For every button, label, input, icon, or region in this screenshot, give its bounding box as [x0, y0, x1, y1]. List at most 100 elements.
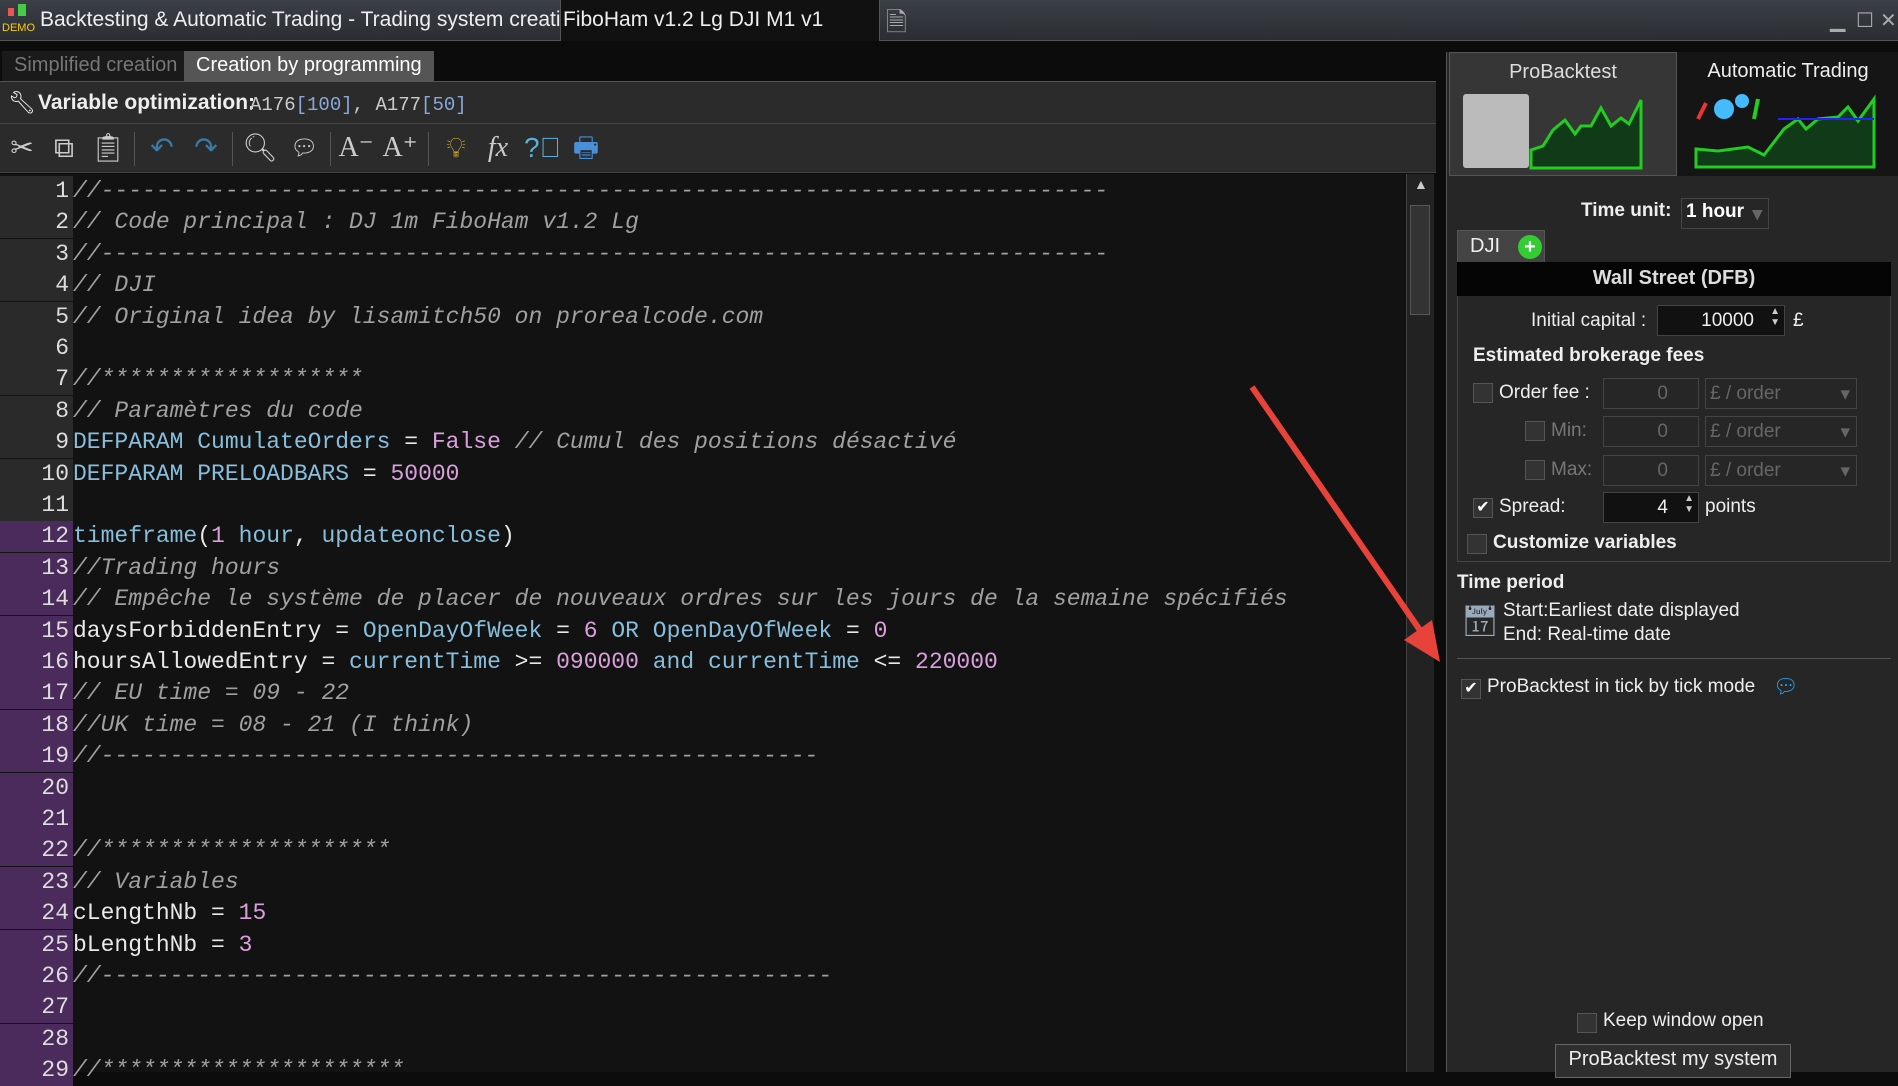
initial-capital-input[interactable]: 10000 ▲ ▼ [1657, 305, 1785, 336]
code-line[interactable]: 17// EU time = 09 - 22 [0, 678, 1406, 710]
order-fee-unit-select[interactable]: £ / order [1705, 378, 1857, 409]
code-line[interactable]: 4// DJI [0, 270, 1406, 302]
code-line[interactable]: 7//******************* [0, 364, 1406, 396]
line-number[interactable]: 26 [0, 961, 73, 992]
spread-input[interactable]: 4 ▲ ▼ [1603, 492, 1699, 523]
cut-icon[interactable]: ✂ [4, 130, 40, 166]
line-number[interactable]: 29 [0, 1055, 73, 1086]
code-line[interactable]: 23// Variables [0, 866, 1406, 898]
line-number[interactable]: 6 [0, 333, 73, 364]
code-line[interactable]: 5// Original idea by lisamitch50 on pror… [0, 301, 1406, 333]
code-line[interactable]: 9 DEFPARAM CumulateOrders = False // Cumu… [0, 427, 1406, 459]
line-number[interactable]: 12 [0, 521, 73, 553]
maximize-button[interactable]: ☐ [1856, 8, 1874, 33]
copy-icon[interactable]: ⧉ [46, 130, 82, 166]
line-number[interactable]: 7 [0, 364, 73, 396]
code-line[interactable]: 25 bLengthNb = 3 [0, 929, 1406, 961]
time-unit-select[interactable]: 1 hour [1681, 198, 1769, 229]
line-number[interactable]: 16 [0, 647, 73, 678]
code-line[interactable]: 1//-------------------------------------… [0, 176, 1406, 207]
code-line[interactable]: 29//********************** [0, 1055, 1406, 1086]
calendar-icon[interactable]: 📅︎ [1461, 604, 1499, 639]
wrench-icon[interactable]: 🔧︎ [8, 90, 36, 116]
line-number[interactable]: 8 [0, 395, 73, 427]
line-number[interactable]: 4 [0, 270, 73, 302]
code-editor[interactable]: 1//-------------------------------------… [0, 174, 1406, 1086]
code-line[interactable]: 21 [0, 804, 1406, 835]
info-bubble-icon[interactable]: 💬︎ [1773, 674, 1798, 699]
scroll-up-icon[interactable]: ▲ [1414, 176, 1428, 192]
line-number[interactable]: 22 [0, 835, 73, 867]
min-fee-input[interactable]: 0 [1603, 416, 1699, 447]
code-line[interactable]: 18//UK time = 08 - 21 (I think) [0, 709, 1406, 741]
code-line[interactable]: 14// Empêche le système de placer de nou… [0, 584, 1406, 616]
tab-simplified-creation[interactable]: Simplified creation [2, 51, 190, 81]
tab-probacktest[interactable]: ProBacktest [1449, 52, 1677, 176]
document-tab[interactable]: FiboHam v1.2 Lg DJI M1 v1 [560, 0, 880, 41]
line-number[interactable]: 23 [0, 866, 73, 898]
line-number[interactable]: 9 [0, 427, 73, 459]
undo-icon[interactable]: ↶ [144, 130, 180, 166]
keep-window-open-checkbox[interactable] [1577, 1013, 1597, 1033]
line-number[interactable]: 21 [0, 804, 73, 835]
min-fee-checkbox[interactable] [1525, 421, 1545, 441]
code-line[interactable]: 10 DEFPARAM PRELOADBARS = 50000 [0, 458, 1406, 490]
optimization-variables[interactable]: A176[100], A177[50] [250, 94, 467, 116]
code-line[interactable]: 15 daysForbiddenEntry = OpenDayOfWeek = 6… [0, 615, 1406, 647]
instrument-tab-dji[interactable]: DJI + [1457, 230, 1545, 264]
code-line[interactable]: 11 [0, 490, 1406, 521]
tab-automatic-trading[interactable]: Automatic Trading [1677, 52, 1898, 176]
line-number[interactable]: 1 [0, 176, 73, 207]
print-icon[interactable]: 🖶 [568, 130, 604, 166]
line-number[interactable]: 28 [0, 1023, 73, 1055]
decrease-font-icon[interactable]: A⁻ [338, 130, 374, 166]
search-icon[interactable]: 🔍︎ [242, 130, 278, 166]
min-fee-unit-select[interactable]: £ / order [1705, 416, 1857, 447]
code-line[interactable]: 12 timeframe(1 hour, updateonclose) [0, 521, 1406, 553]
max-fee-input[interactable]: 0 [1603, 455, 1699, 486]
line-number[interactable]: 13 [0, 552, 73, 584]
line-number[interactable]: 25 [0, 929, 73, 961]
code-line[interactable]: 3//-------------------------------------… [0, 238, 1406, 270]
code-line[interactable]: 16 hoursAllowedEntry = currentTime >= 090… [0, 647, 1406, 678]
probacktest-my-system-button[interactable]: ProBacktest my system [1555, 1044, 1791, 1078]
line-number[interactable]: 19 [0, 741, 73, 773]
line-number[interactable]: 24 [0, 898, 73, 930]
help-icon[interactable]: ?⃝ [524, 130, 561, 166]
code-line[interactable]: 19//------------------------------------… [0, 741, 1406, 773]
code-line[interactable]: 13//Trading hours [0, 552, 1406, 584]
customize-variables-checkbox[interactable] [1467, 534, 1487, 554]
add-instrument-icon[interactable]: + [1518, 235, 1542, 259]
code-line[interactable]: 28 [0, 1023, 1406, 1055]
line-number[interactable]: 15 [0, 615, 73, 647]
code-line[interactable]: 22//********************* [0, 835, 1406, 867]
line-number[interactable]: 3 [0, 238, 73, 270]
spread-checkbox[interactable]: ✔ [1473, 498, 1493, 518]
close-button[interactable]: ✕ [1880, 8, 1897, 33]
code-line[interactable]: 24 cLengthNb = 15 [0, 898, 1406, 930]
max-fee-checkbox[interactable] [1525, 460, 1545, 480]
code-line[interactable]: 26//------------------------------------… [0, 961, 1406, 992]
function-icon[interactable]: fx [480, 130, 516, 166]
spinner-icon[interactable]: ▲ ▼ [1684, 493, 1694, 515]
code-line[interactable]: 20 [0, 772, 1406, 804]
increase-font-icon[interactable]: A⁺ [382, 130, 418, 166]
comment-icon[interactable]: 💬︎ [286, 130, 322, 166]
order-fee-checkbox[interactable] [1473, 383, 1493, 403]
line-number[interactable]: 11 [0, 490, 73, 521]
scrollbar-thumb[interactable] [1410, 205, 1430, 315]
spinner-icon[interactable]: ▲ ▼ [1770, 306, 1780, 328]
lightbulb-icon[interactable]: 💡︎ [438, 130, 474, 166]
line-number[interactable]: 10 [0, 458, 73, 490]
line-number[interactable]: 14 [0, 584, 73, 616]
tab-creation-by-programming[interactable]: Creation by programming [184, 51, 434, 81]
line-number[interactable]: 5 [0, 301, 73, 333]
line-number[interactable]: 18 [0, 709, 73, 741]
tick-mode-checkbox[interactable]: ✔ [1461, 679, 1481, 699]
end-date[interactable]: End: Real-time date [1503, 624, 1671, 646]
paste-icon[interactable]: 📋︎ [90, 130, 126, 166]
redo-icon[interactable]: ↷ [188, 130, 224, 166]
line-number[interactable]: 2 [0, 207, 73, 239]
help-doc-icon[interactable]: 🗎 [886, 4, 907, 48]
max-fee-unit-select[interactable]: £ / order [1705, 455, 1857, 486]
